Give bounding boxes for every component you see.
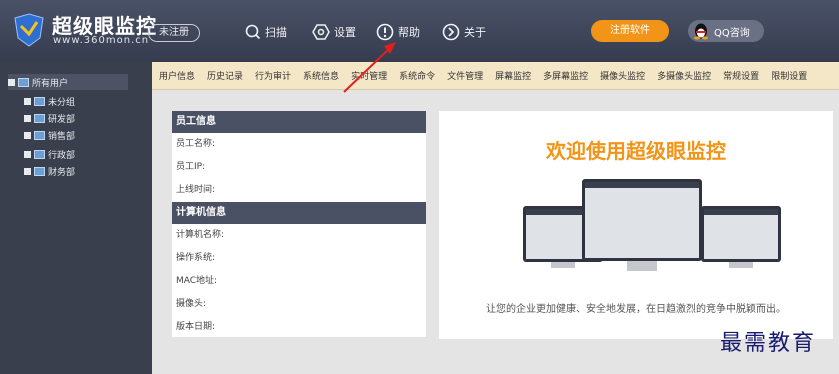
tree-item-label: 行政部 [48, 150, 76, 161]
unregistered-badge[interactable]: 未注册 [148, 24, 200, 42]
menu-file-manage[interactable]: 文件管理 [447, 69, 483, 82]
menu-multi-screen-monitor[interactable]: 多屏幕监控 [543, 69, 588, 82]
monitor-left-stand [551, 262, 575, 268]
group-icon [34, 130, 45, 140]
menu-history[interactable]: 历史记录 [207, 69, 243, 82]
top-bar: 超级眼监控 www.360mon.cn 未注册 扫描 设置 帮助 关于 注册软件… [0, 0, 839, 62]
expander-icon [24, 114, 31, 122]
mac-address-label: MAC地址: [176, 276, 218, 286]
menu-user-info[interactable]: 用户信息 [159, 69, 195, 82]
annotation-arrow [343, 42, 396, 93]
watermark-text: 最需教育 [720, 331, 817, 356]
menu-behavior-audit[interactable]: 行为审计 [255, 69, 291, 82]
menu-general-settings[interactable]: 常规设置 [723, 69, 759, 82]
tree-item-label: 未分组 [48, 97, 76, 108]
menu-restriction-settings[interactable]: 限制设置 [771, 69, 807, 82]
about-icon [442, 23, 460, 41]
tree-item-label: 财务部 [48, 167, 76, 178]
monitor-right-image [701, 206, 781, 262]
about-label: 关于 [464, 26, 486, 39]
gear-icon [312, 24, 330, 40]
monitor-center-image [582, 179, 702, 261]
expander-icon [8, 78, 15, 86]
menu-screen-monitor[interactable]: 屏幕监控 [495, 69, 531, 82]
scan-icon [245, 24, 261, 40]
group-icon [34, 96, 45, 106]
qq-penguin-icon [694, 23, 708, 40]
welcome-title: 欢迎使用超级眼监控 [546, 139, 726, 163]
menu-system-info[interactable]: 系统信息 [303, 69, 339, 82]
scan-button[interactable]: 扫描 [245, 22, 287, 42]
menu-multi-camera-monitor[interactable]: 多摄像头监控 [657, 69, 711, 82]
tree-item-label: 销售部 [48, 131, 76, 142]
tree-item-group[interactable]: 研发部 [24, 110, 75, 126]
group-icon [34, 149, 45, 159]
tree-item-group[interactable]: 财务部 [24, 163, 75, 179]
monitor-center-stand [627, 261, 657, 271]
expander-icon [24, 150, 31, 158]
group-icon [34, 113, 45, 123]
tree-root-label: 所有用户 [32, 78, 69, 89]
online-time-label: 上线时间: [176, 185, 216, 195]
expander-icon [24, 167, 31, 175]
scan-label: 扫描 [265, 26, 287, 39]
employee-name-label: 员工名称: [176, 139, 216, 149]
tree-item-label: 研发部 [48, 114, 76, 125]
tree-item-group[interactable]: 销售部 [24, 127, 75, 143]
app-logo-icon [12, 12, 46, 48]
menu-camera-monitor[interactable]: 摄像头监控 [600, 69, 645, 82]
register-button[interactable]: 注册软件 [591, 20, 669, 42]
tree-root-all-users[interactable]: 所有用户 [8, 74, 128, 90]
group-icon [34, 166, 45, 176]
employee-info-header: 员工信息 [172, 111, 426, 133]
monitor-right-stand [729, 262, 753, 268]
help-label: 帮助 [398, 26, 420, 39]
employee-ip-label: 员工IP: [176, 162, 206, 172]
os-label: 操作系统: [176, 253, 216, 263]
tree-item-group[interactable]: 行政部 [24, 146, 75, 162]
info-panel: 员工信息 员工名称: 员工IP: 上线时间: 计算机信息 计算机名称: 操作系统… [172, 111, 426, 337]
welcome-panel: 欢迎使用超级眼监控 让您的企业更加健康、安全地发展，在日趋激烈的竞争中脱颖而出。 [439, 111, 833, 339]
function-menu-bar: 用户信息 历史记录 行为审计 系统信息 实时管理 系统命令 文件管理 屏幕监控 … [152, 62, 839, 90]
tree-item-group[interactable]: 未分组 [24, 93, 75, 109]
group-icon [18, 77, 29, 87]
expander-icon [24, 131, 31, 139]
version-date-label: 版本日期: [176, 322, 216, 332]
app-url: www.360mon.cn [53, 35, 150, 46]
qq-consult-button[interactable]: QQ咨询 [688, 20, 764, 42]
qq-consult-label: QQ咨询 [714, 27, 750, 39]
camera-label: 摄像头: [176, 299, 207, 309]
computer-info-header: 计算机信息 [172, 202, 426, 224]
welcome-subtitle: 让您的企业更加健康、安全地发展，在日趋激烈的竞争中脱颖而出。 [486, 304, 786, 315]
menu-system-command[interactable]: 系统命令 [399, 69, 435, 82]
computer-name-label: 计算机名称: [176, 230, 225, 240]
user-tree-sidebar: 所有用户 未分组 研发部 销售部 行政部 财务部 [0, 62, 152, 374]
expander-icon [24, 97, 31, 105]
about-button[interactable]: 关于 [442, 22, 486, 42]
